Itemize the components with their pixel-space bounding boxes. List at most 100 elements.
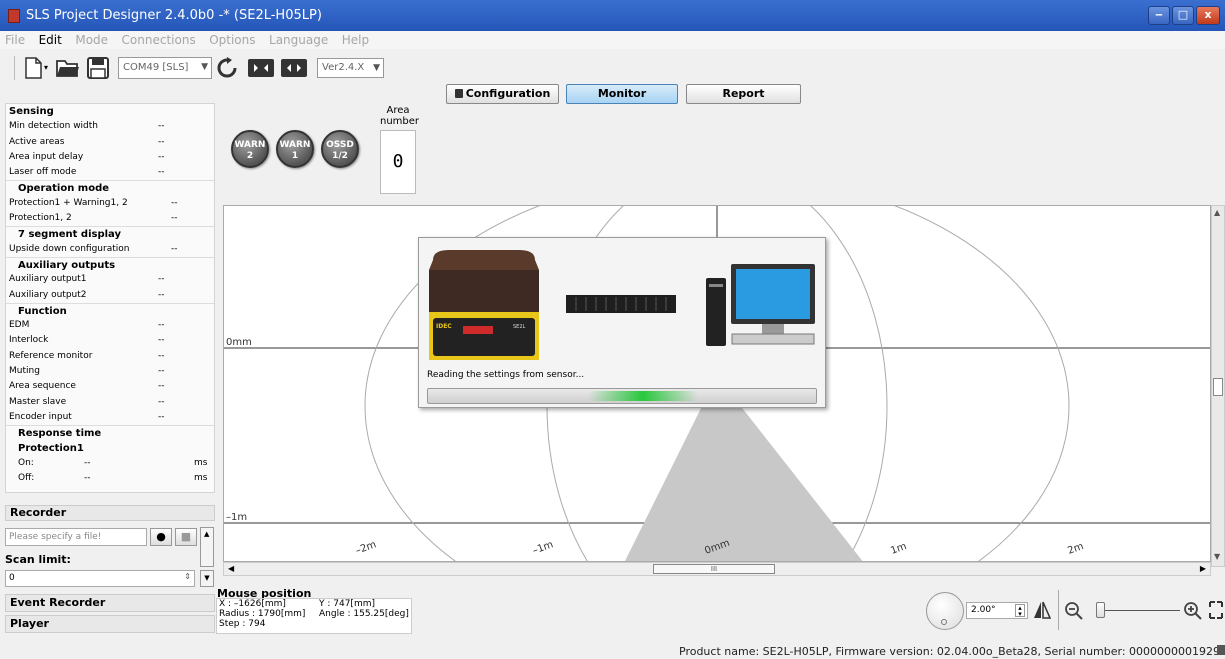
app-icon [8,9,20,23]
menu-connections[interactable]: Connections [117,31,201,49]
area-label-line2: number [380,116,420,127]
mouse-position-readout: X : –1626[mm] Y : 747[mm] Radius : 1790[m… [216,598,412,634]
setting-row: Encoder input -- [6,410,214,425]
setting-row: Protection1, 2 -- [6,211,214,226]
recorder-scrollbar[interactable]: ▲ [200,527,214,567]
stop-button[interactable]: ■ [175,528,197,546]
setting-label: Protection1 + Warning1, 2 [9,197,128,208]
setting-row: Muting -- [6,364,214,379]
tab-configuration[interactable]: Configuration [446,84,559,104]
knob-indicator [941,619,947,625]
menu-options[interactable]: Options [204,31,260,49]
y-label-0mm: 0mm [226,337,252,348]
response-off-value: -- [84,473,91,484]
reading-message: Reading the settings from sensor... [427,370,585,380]
x-label: 2m [1066,541,1085,557]
setting-row: Active areas -- [6,135,214,150]
refresh-icon[interactable] [216,57,238,79]
player-header[interactable]: Player [5,615,215,633]
save-icon[interactable] [87,57,109,79]
setting-value: -- [171,197,178,208]
rotation-knob[interactable] [926,592,964,630]
maximize-button[interactable]: □ [1172,6,1194,25]
close-button[interactable]: x [1196,6,1220,25]
setting-row: Area sequence -- [6,379,214,394]
scan-limit-value: 0 [9,573,15,583]
ossd-indicator: OSSD 1/2 [321,130,359,168]
menu-help[interactable]: Help [337,31,374,49]
event-recorder-header[interactable]: Event Recorder [5,594,215,612]
section-sensing-header: Sensing [9,106,54,117]
x-label: 1m [889,541,908,557]
horizontal-scrollbar[interactable]: ◀ III ▶ [223,562,1211,576]
recorder-header[interactable]: Recorder [5,505,215,521]
scroll-left-icon[interactable]: ◀ [228,564,234,573]
lock-icon [454,89,463,98]
warn2-label: WARN [234,140,266,150]
scroll-up-icon[interactable]: ▲ [204,530,209,538]
connect-icon[interactable] [248,59,274,77]
recorder-file-input[interactable]: Please specify a file! [5,528,147,546]
vertical-scrollbar[interactable]: ▲ ▼ [1211,205,1225,567]
disconnect-icon[interactable] [281,59,307,77]
setting-value: -- [158,381,165,392]
x-label: –1m [531,539,555,557]
y-label-minus1m: –1m [226,512,247,523]
setting-label: EDM [9,320,30,331]
minimize-button[interactable]: ‒ [1148,6,1170,25]
ossd-value: 1/2 [332,151,348,161]
fit-view-icon[interactable] [1209,601,1223,619]
record-button[interactable]: ● [150,528,172,546]
tab-monitor[interactable]: Monitor [566,84,678,104]
menu-language[interactable]: Language [264,31,333,49]
mirror-icon[interactable] [1033,601,1051,619]
version-select[interactable]: Ver2.4.X ▼ [317,58,384,78]
zoom-in-icon[interactable] [1183,601,1203,621]
horizontal-scroll-thumb[interactable]: III [653,564,775,574]
zoom-out-icon[interactable] [1064,601,1084,621]
scroll-down-icon[interactable]: ▼ [1214,552,1220,561]
setting-value: -- [158,289,165,300]
setting-label: Auxiliary output2 [9,289,87,300]
rotation-angle-input[interactable]: 2.00° ▴ ▾ [966,602,1028,619]
zoom-slider-thumb[interactable] [1096,602,1105,618]
setting-label: Interlock [9,335,49,346]
scroll-up-icon[interactable]: ▲ [1214,208,1220,217]
new-file-dropdown-icon[interactable]: ▾ [44,63,48,72]
new-file-icon[interactable] [24,57,42,79]
setting-value: -- [158,167,165,178]
setting-row: Laser off mode -- [6,165,214,180]
sensor-device-image: IDEC SE2L [429,250,539,360]
setting-label: Laser off mode [9,167,77,178]
menu-file[interactable]: File [0,31,30,49]
setting-row: Master slave -- [6,395,214,410]
open-folder-icon[interactable] [56,58,80,78]
menu-bar: File Edit Mode Connections Options Langu… [0,31,1225,49]
menu-mode[interactable]: Mode [70,31,113,49]
setting-value: -- [158,366,165,377]
port-select[interactable]: COM49 [SLS] ▼ [118,57,212,79]
response-on-label: On: [18,457,34,468]
mouse-step: Step : 794 [219,619,266,629]
vertical-scroll-thumb[interactable] [1213,378,1223,396]
resize-grip-icon[interactable] [1217,645,1225,655]
scroll-right-icon[interactable]: ▶ [1200,564,1206,573]
response-on-unit: ms [194,457,208,468]
response-on-value: -- [84,457,91,468]
zoom-slider-track[interactable] [1098,610,1180,611]
scroll-down-icon[interactable]: ▼ [200,570,214,587]
response-protection1-header: Protection1 [18,442,84,454]
angle-spinner-icon[interactable]: ▴ ▾ [1015,604,1025,618]
spinner-icon[interactable]: ⇕ [184,572,191,581]
scan-limit-input[interactable]: 0 ⇕ [5,570,195,587]
setting-row: Auxiliary output2 -- [6,288,214,303]
area-number-label: Area number [380,105,420,127]
tab-report[interactable]: Report [686,84,801,104]
computer-image [706,264,815,346]
setting-value: -- [158,274,165,285]
setting-label: Area input delay [9,151,84,162]
section-response-time-header: Response time [6,425,214,440]
menu-edit[interactable]: Edit [34,31,67,49]
setting-value: -- [158,396,165,407]
progress-indicator [588,391,698,401]
